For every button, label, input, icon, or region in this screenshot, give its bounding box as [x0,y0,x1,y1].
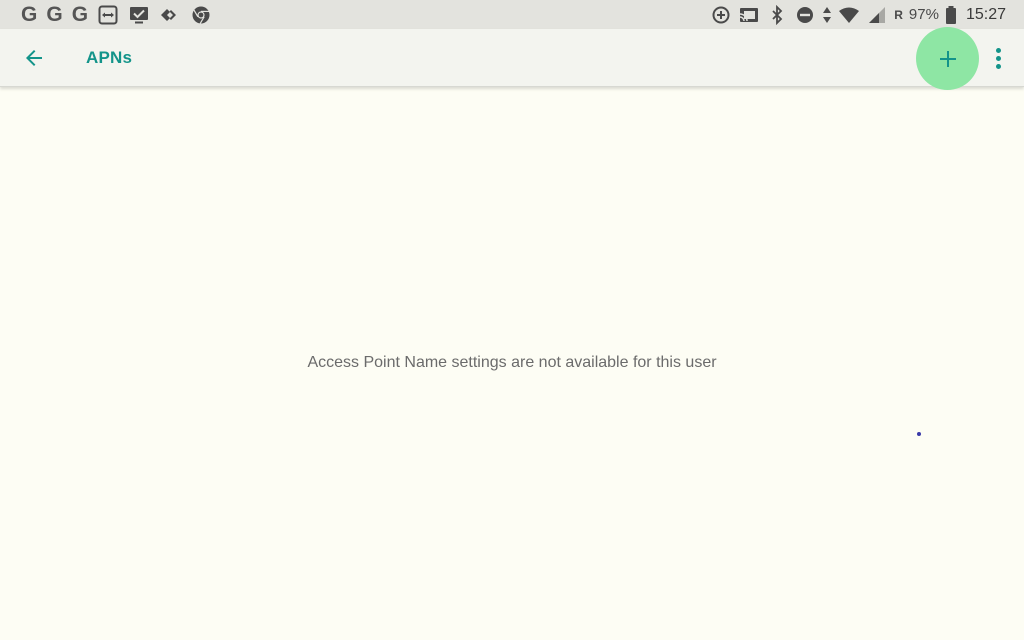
add-apn-button[interactable] [916,27,979,90]
notification-area: G G G [21,4,221,26]
signal-icon [866,4,888,26]
app-bar: APNs [0,27,1024,90]
apn-settings-screen: G G G R 97% 15:27 APNs Access Point Name… [0,0,1024,640]
page-title: APNs [86,48,133,67]
tag-arrow-icon [159,4,181,26]
more-options-button[interactable] [983,42,1013,74]
screen-check-icon [128,4,150,26]
google-notification-icon: G [21,3,38,26]
clock: 15:27 [965,5,1006,23]
wifi-icon [838,4,860,26]
battery-percent: 97% [908,6,939,23]
cast-icon [738,4,760,26]
google-notification-icon: G [71,3,89,26]
data-saver-icon [710,4,732,26]
plus-icon [939,50,956,67]
back-button[interactable] [14,38,54,78]
system-icons: R 97% 15:27 [704,4,1006,26]
more-vert-dot [995,63,1001,69]
chrome-icon [190,4,212,26]
status-bar: G G G R 97% 15:27 [0,0,1024,29]
roaming-indicator: R [894,7,903,22]
bluetooth-icon [766,4,788,26]
empty-state-message: Access Point Name settings are not avail… [307,354,717,371]
more-vert-dot [995,55,1001,61]
arrow-back-icon [26,50,42,66]
touch-indicator [917,432,921,436]
google-notification-icon: G [46,3,63,26]
more-vert-icon [995,47,1001,53]
do-not-disturb-icon [794,4,816,26]
battery-icon [945,4,957,26]
teamviewer-icon [97,4,119,26]
data-arrows-icon [822,4,832,26]
